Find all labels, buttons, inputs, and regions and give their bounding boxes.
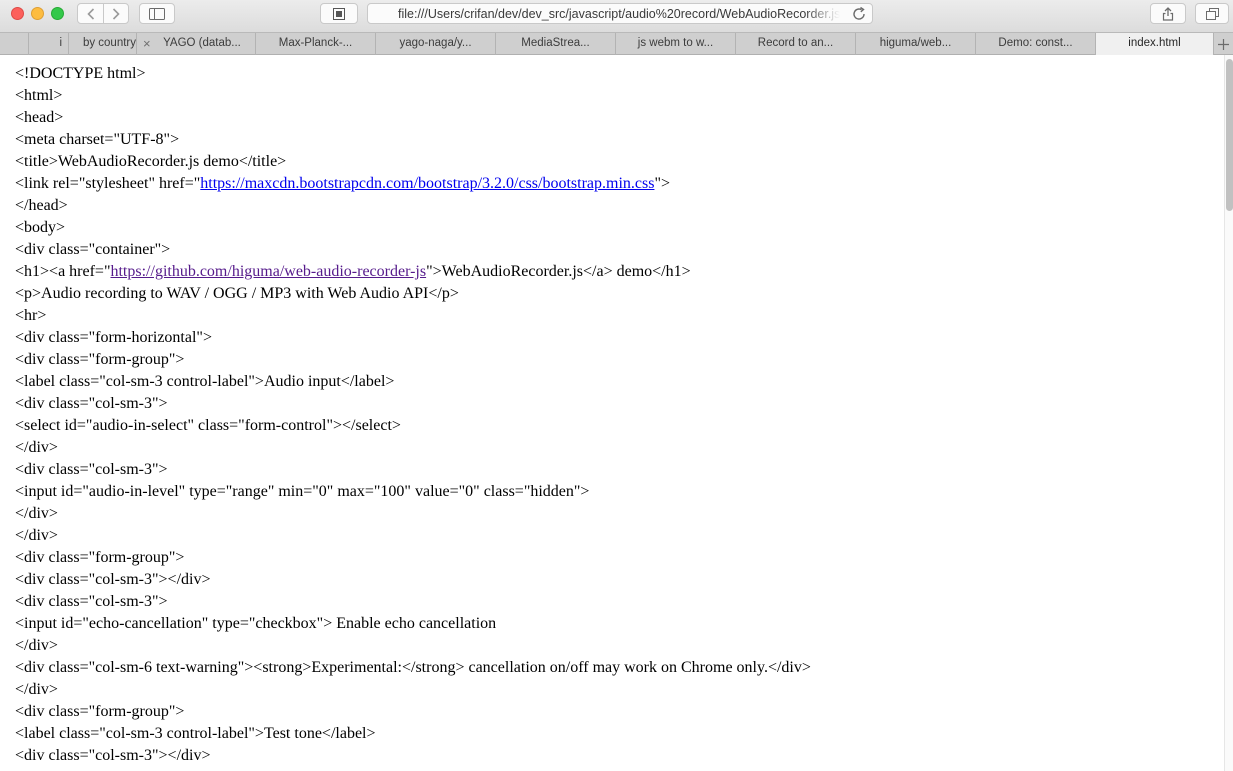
tab-item[interactable]: yago-naga/y...	[375, 33, 495, 55]
tab-label: higuma/web...	[879, 37, 952, 49]
tab-item[interactable]: by country	[68, 33, 136, 55]
source-line: <div class="container">	[15, 241, 171, 258]
plus-icon	[1218, 38, 1229, 50]
source-line: </head>	[15, 197, 68, 214]
tab-label: MediaStrea...	[521, 37, 590, 49]
source-line: <input id="echo-cancellation" type="chec…	[15, 615, 497, 632]
tab-item[interactable]: × YAGO (datab...	[136, 33, 255, 55]
tab-item[interactable]: Max-Planck-...	[255, 33, 375, 55]
source-line: <div class="col-sm-3"></div>	[15, 571, 211, 588]
tab-label: Record to an...	[757, 37, 834, 49]
source-line: <meta charset="UTF-8">	[15, 131, 180, 148]
source-line: <body>	[15, 219, 66, 236]
source-line: <select id="audio-in-select" class="form…	[15, 417, 401, 434]
share-button[interactable]	[1150, 3, 1186, 24]
source-line: <div class="form-group">	[15, 549, 185, 566]
source-line: <!DOCTYPE html>	[15, 65, 146, 82]
source-line: <div class="form-group">	[15, 351, 185, 368]
source-line: <div class="col-sm-3"></div>	[15, 747, 211, 764]
source-line: <div class="form-horizontal">	[15, 329, 212, 346]
tab-label: index.html	[1128, 37, 1181, 49]
tab-label: YAGO (datab...	[163, 37, 241, 49]
chevron-right-icon	[112, 7, 120, 20]
navigation-buttons	[77, 3, 129, 24]
source-line: </div>	[15, 527, 58, 544]
tab-item-active[interactable]: index.html	[1095, 33, 1213, 55]
tab-label: yago-naga/y...	[399, 37, 472, 49]
browser-toolbar: file:///Users/crifan/dev/dev_src/javascr…	[0, 0, 1233, 32]
back-button[interactable]	[78, 4, 103, 23]
source-line: </div>	[15, 637, 58, 654]
reload-icon[interactable]	[851, 6, 867, 22]
tab-bar: i by country × YAGO (datab... Max-Planck…	[0, 32, 1233, 55]
source-line: <div class="col-sm-3">	[15, 395, 168, 412]
minimize-window-button[interactable]	[31, 7, 44, 20]
page-content: <!DOCTYPE html> <html> <head> <meta charset…	[0, 55, 1233, 771]
source-line: <p>Audio recording to WAV / OGG / MP3 wi…	[15, 285, 459, 302]
source-line-text: <link rel="stylesheet" href="	[15, 175, 201, 192]
tab-item[interactable]: Record to an...	[735, 33, 855, 55]
tab-item[interactable]: MediaStrea...	[495, 33, 615, 55]
source-line: <label class="col-sm-3 control-label">Au…	[15, 373, 395, 390]
chevron-left-icon	[86, 7, 94, 20]
reader-icon	[333, 7, 345, 20]
new-tab-button[interactable]	[1213, 33, 1233, 55]
forward-button[interactable]	[103, 4, 128, 23]
address-bar[interactable]: file:///Users/crifan/dev/dev_src/javascr…	[367, 3, 873, 24]
tab-label: by country	[82, 37, 136, 49]
source-line-text: ">	[654, 175, 671, 192]
source-line: <html>	[15, 87, 63, 104]
tab-item[interactable]: Demo: const...	[975, 33, 1095, 55]
source-line: <div class="col-sm-3">	[15, 593, 168, 610]
close-tab-icon[interactable]: ×	[143, 33, 151, 54]
source-line: <div class="form-group">	[15, 703, 185, 720]
source-line: </div>	[15, 681, 58, 698]
tab-item[interactable]: js webm to w...	[615, 33, 735, 55]
source-link[interactable]: https://github.com/higuma/web-audio-reco…	[110, 263, 426, 280]
close-window-button[interactable]	[11, 7, 24, 20]
source-line: </div>	[15, 439, 58, 456]
source-text: <!DOCTYPE html> <html> <head> <meta charset…	[15, 63, 1215, 767]
tab-label: i	[59, 37, 62, 49]
vertical-scrollbar[interactable]	[1224, 55, 1233, 771]
reader-view-button[interactable]	[320, 3, 358, 24]
sidebar-icon	[149, 7, 165, 20]
source-line: </div>	[15, 505, 58, 522]
tabs-overview-icon	[1205, 7, 1219, 20]
source-link[interactable]: https://maxcdn.bootstrapcdn.com/bootstra…	[200, 175, 654, 192]
source-line: <div class="col-sm-6 text-warning"><stro…	[15, 659, 811, 676]
tab-label: Max-Planck-...	[278, 37, 353, 49]
scrollbar-thumb[interactable]	[1226, 59, 1233, 211]
source-line: <head>	[15, 109, 64, 126]
address-url[interactable]: file:///Users/crifan/dev/dev_src/javascr…	[398, 7, 840, 21]
source-line: <div class="col-sm-3">	[15, 461, 168, 478]
zoom-window-button[interactable]	[51, 7, 64, 20]
tab-item[interactable]: i	[28, 33, 68, 55]
source-line-text: ">WebAudioRecorder.js</a> demo</h1>	[426, 263, 691, 280]
sidebar-toggle-button[interactable]	[139, 3, 175, 24]
source-line: <link rel="stylesheet" href="https://max…	[15, 173, 1215, 195]
tab-label: js webm to w...	[637, 37, 714, 49]
source-line-text: <h1><a href="	[15, 263, 111, 280]
share-icon	[1162, 6, 1174, 21]
show-all-tabs-button[interactable]	[1195, 3, 1229, 24]
tab-item[interactable]: higuma/web...	[855, 33, 975, 55]
source-line: <h1><a href="https://github.com/higuma/w…	[15, 261, 1215, 283]
source-line: <title>WebAudioRecorder.js demo</title>	[15, 153, 287, 170]
source-line: <input id="audio-in-level" type="range" …	[15, 483, 590, 500]
tab-label: Demo: const...	[998, 37, 1073, 49]
source-line: <hr>	[15, 307, 47, 324]
source-line: <label class="col-sm-3 control-label">Te…	[15, 725, 376, 742]
